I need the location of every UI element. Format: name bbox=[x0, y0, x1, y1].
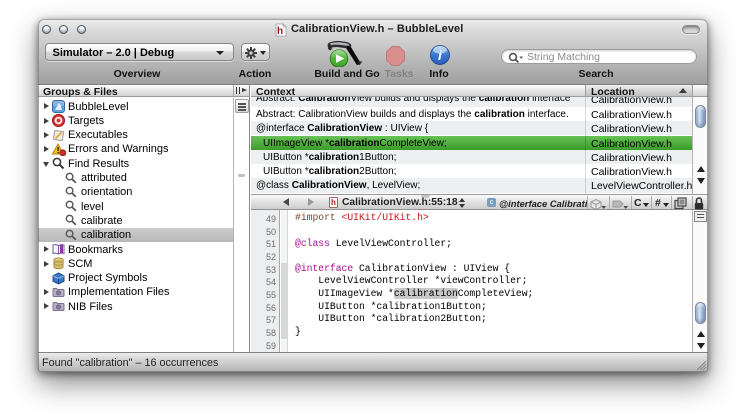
svg-text:h: h bbox=[277, 26, 283, 37]
